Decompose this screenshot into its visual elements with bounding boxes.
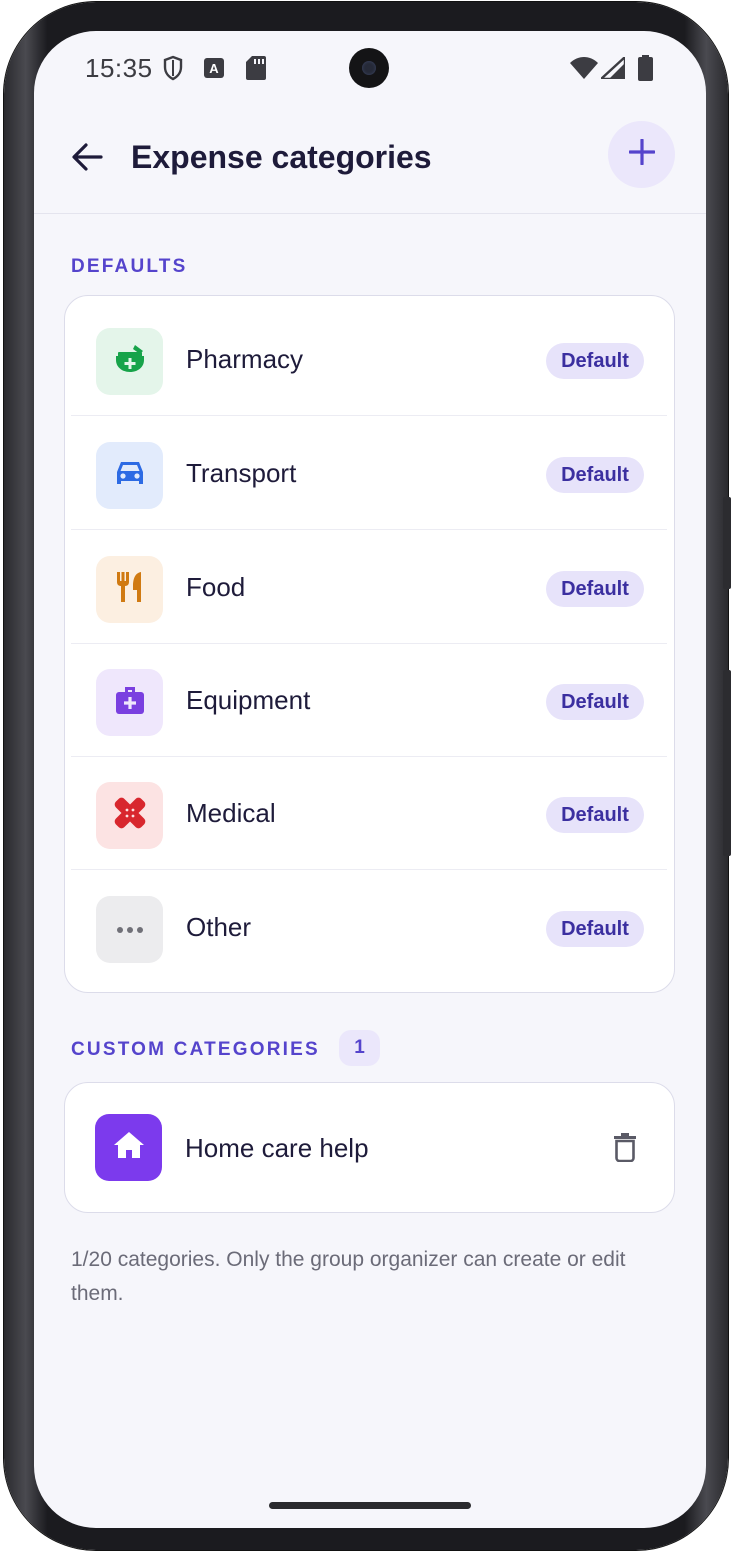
app-bar: Expense categories bbox=[34, 119, 706, 214]
custom-section-label: CUSTOM CATEGORIES bbox=[71, 1039, 320, 1060]
default-badge: Default bbox=[546, 797, 644, 833]
default-badge: Default bbox=[546, 343, 644, 379]
font-a-icon: A bbox=[204, 58, 224, 83]
category-icon-tile bbox=[96, 669, 163, 736]
shield-icon bbox=[162, 55, 184, 86]
add-category-button[interactable] bbox=[608, 121, 675, 188]
categories-footnote: 1/20 categories. Only the group organize… bbox=[71, 1248, 626, 1305]
plus-icon bbox=[627, 138, 656, 170]
arrow-left-icon bbox=[71, 142, 103, 176]
category-row-medical[interactable]: Medical Default bbox=[71, 757, 667, 870]
home-icon bbox=[113, 1130, 145, 1165]
more-horizontal-icon bbox=[116, 921, 144, 939]
page-title: Expense categories bbox=[131, 139, 432, 175]
category-name: Food bbox=[186, 572, 246, 602]
fork-knife-icon bbox=[115, 570, 145, 609]
category-row-home-care-help[interactable]: Home care help bbox=[65, 1083, 673, 1211]
battery-icon bbox=[638, 55, 653, 86]
category-row-equipment[interactable]: Equipment Default bbox=[71, 644, 667, 757]
category-row-other[interactable]: Other Default bbox=[71, 871, 667, 984]
custom-card: Home care help bbox=[64, 1082, 675, 1213]
category-icon-tile bbox=[95, 1114, 162, 1181]
defaults-card: Pharmacy Default Transport Default Food … bbox=[64, 295, 675, 993]
category-icon-tile bbox=[96, 328, 163, 395]
medical-kit-icon bbox=[114, 684, 146, 721]
mortar-pestle-icon bbox=[113, 342, 147, 381]
svg-text:A: A bbox=[209, 61, 219, 76]
status-time: 15:35 bbox=[85, 53, 153, 83]
category-icon-tile bbox=[96, 556, 163, 623]
sd-card-icon bbox=[246, 56, 266, 85]
category-row-transport[interactable]: Transport Default bbox=[71, 417, 667, 530]
category-icon-tile bbox=[96, 442, 163, 509]
category-name: Home care help bbox=[185, 1133, 369, 1163]
power-button bbox=[723, 670, 731, 856]
car-icon bbox=[114, 459, 146, 492]
back-button[interactable] bbox=[64, 136, 110, 182]
trash-icon bbox=[613, 1132, 637, 1167]
wifi-icon bbox=[570, 57, 598, 84]
custom-count-badge: 1 bbox=[339, 1030, 380, 1066]
bandage-icon bbox=[113, 796, 147, 835]
category-row-pharmacy[interactable]: Pharmacy Default bbox=[71, 303, 667, 416]
home-indicator[interactable] bbox=[269, 1502, 471, 1509]
front-camera bbox=[349, 48, 389, 88]
category-row-food[interactable]: Food Default bbox=[71, 531, 667, 644]
default-badge: Default bbox=[546, 457, 644, 493]
category-name: Equipment bbox=[186, 685, 311, 715]
default-badge: Default bbox=[546, 571, 644, 607]
default-badge: Default bbox=[546, 684, 644, 720]
default-badge: Default bbox=[546, 911, 644, 947]
category-name: Transport bbox=[186, 458, 297, 488]
status-bar: 15:35 A bbox=[34, 31, 706, 107]
signal-icon bbox=[597, 54, 627, 84]
defaults-section-label: DEFAULTS bbox=[71, 256, 188, 277]
category-icon-tile bbox=[96, 782, 163, 849]
screen: 15:35 A Expense categories DEFAULTS Phar… bbox=[34, 31, 706, 1528]
delete-category-button[interactable] bbox=[605, 1127, 645, 1171]
category-name: Pharmacy bbox=[186, 344, 304, 374]
volume-button bbox=[723, 497, 731, 589]
category-name: Medical bbox=[186, 798, 276, 828]
device-frame: 15:35 A Expense categories DEFAULTS Phar… bbox=[4, 2, 731, 1550]
category-name: Other bbox=[186, 912, 252, 942]
category-icon-tile bbox=[96, 896, 163, 963]
